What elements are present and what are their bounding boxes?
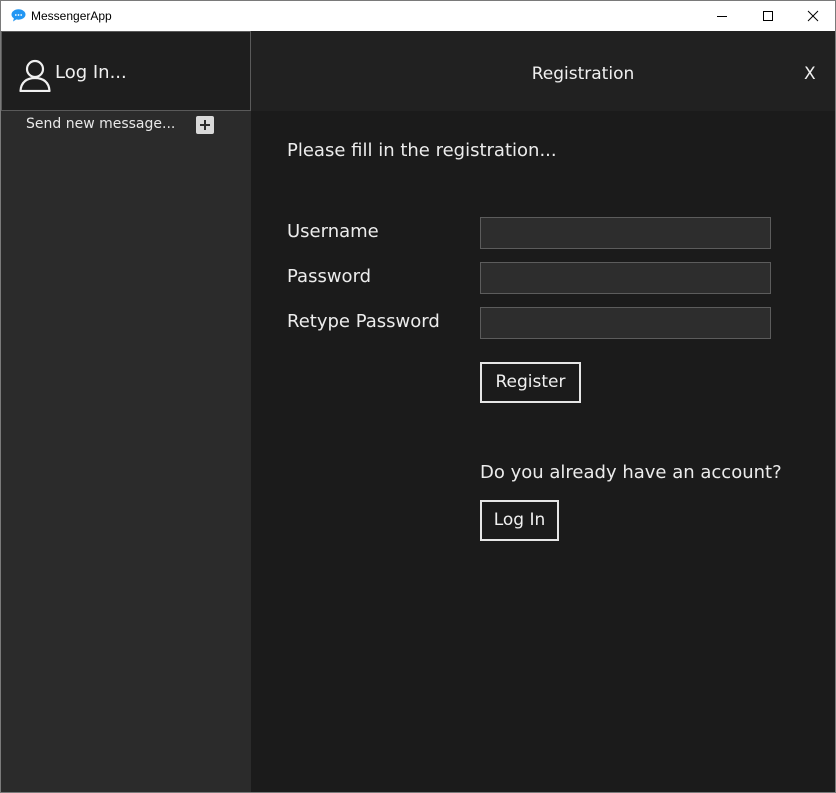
panel-title: Registration	[531, 64, 635, 84]
window-title: MessengerApp	[31, 9, 112, 23]
login-button[interactable]: Log In	[480, 500, 559, 541]
username-label: Username	[287, 221, 379, 242]
panel-header: Registration X	[251, 31, 835, 111]
password-label: Password	[287, 266, 372, 287]
registration-panel: Registration X Please fill in the regist…	[251, 31, 835, 792]
title-bar[interactable]: MessengerApp	[1, 1, 835, 31]
password-input[interactable]	[480, 262, 771, 294]
plus-icon[interactable]	[196, 116, 214, 134]
retype-password-label: Retype Password	[287, 311, 440, 332]
messenger-app-icon	[11, 9, 26, 22]
register-button[interactable]: Register	[480, 362, 581, 403]
sidebar: Log In... Send new message...	[1, 31, 251, 792]
username-input[interactable]	[480, 217, 771, 249]
maximize-button[interactable]	[745, 1, 791, 31]
minimize-button[interactable]	[699, 1, 745, 31]
close-window-button[interactable]	[790, 1, 836, 31]
login-label[interactable]: Log In...	[55, 62, 127, 84]
app-window: MessengerApp Log In... Send new message.…	[0, 0, 836, 793]
login-header[interactable]: Log In...	[1, 31, 251, 111]
send-new-message-label[interactable]: Send new message...	[26, 115, 175, 133]
minimize-icon	[717, 16, 727, 17]
user-icon	[19, 59, 51, 92]
maximize-icon	[763, 11, 773, 21]
instructions-text: Please fill in the registration...	[287, 140, 557, 161]
retype-password-input[interactable]	[480, 307, 771, 339]
have-account-text: Do you already have an account?	[480, 462, 782, 483]
close-panel-button[interactable]: X	[804, 63, 816, 85]
close-icon	[807, 10, 819, 22]
